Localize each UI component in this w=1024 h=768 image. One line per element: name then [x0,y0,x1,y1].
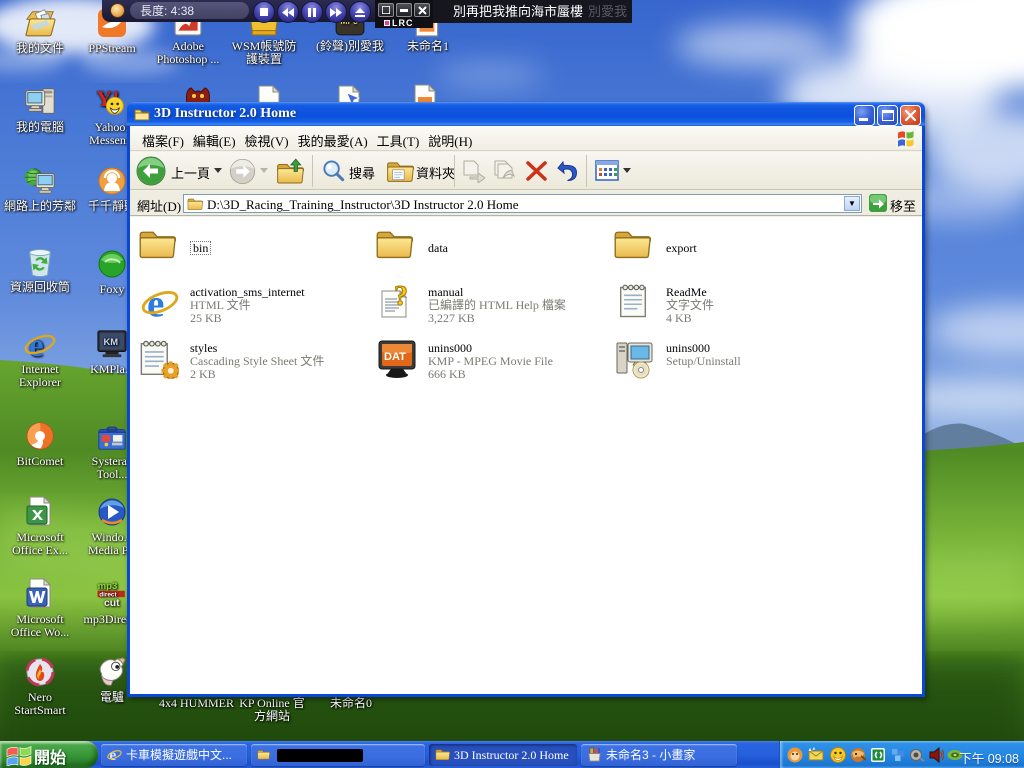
svg-text:KM: KM [104,336,119,347]
svg-text:DAT: DAT [384,351,406,363]
svg-text:cut: cut [104,598,120,609]
svg-text:?: ? [394,283,408,312]
svg-text:e: e [109,747,116,762]
svg-text:mp3: mp3 [98,581,118,592]
